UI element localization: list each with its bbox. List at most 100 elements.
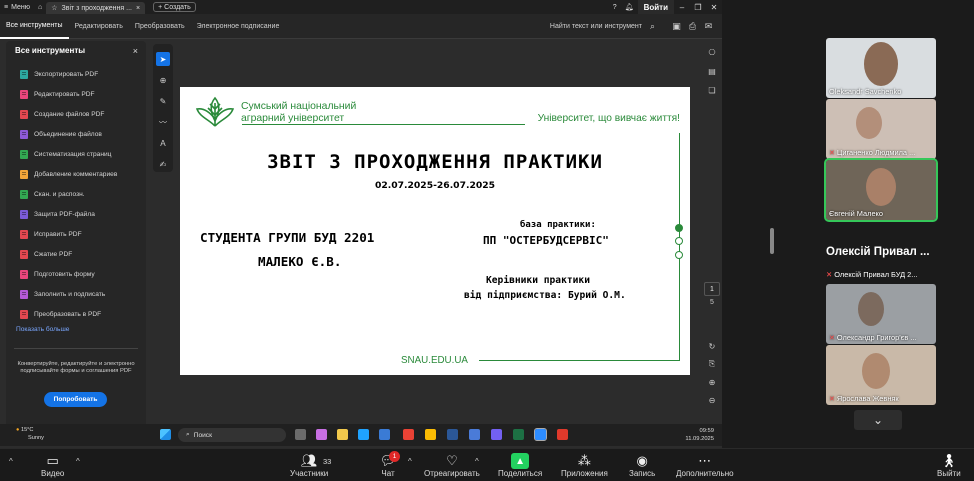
pages-icon[interactable]: ❏	[706, 84, 718, 96]
menu-all-tools[interactable]: Все инструменты	[0, 14, 69, 39]
acrobat-icon[interactable]	[557, 429, 568, 440]
apps-button[interactable]: ⁂ Приложения	[561, 453, 608, 478]
select-tool-icon[interactable]: ➤	[156, 52, 170, 66]
refresh-icon[interactable]: ↻	[706, 340, 718, 352]
home-button[interactable]: ⌂	[34, 0, 46, 14]
tool-item[interactable]: Сжатие PDF	[20, 250, 72, 259]
share-button[interactable]: ▲ Поделиться	[498, 453, 542, 478]
tools-panel-title: Все инструменты	[15, 46, 86, 55]
file-explorer-icon[interactable]	[337, 429, 348, 440]
close-tab-icon[interactable]: ×	[136, 5, 140, 12]
tool-item[interactable]: Систематизация страниц	[20, 150, 111, 159]
task-view-icon[interactable]	[295, 429, 306, 440]
student-group: СТУДЕНТА ГРУПИ БУД 2201	[200, 230, 375, 245]
tool-item[interactable]: Объединение файлов	[20, 130, 102, 139]
tool-item[interactable]: Защита PDF-файла	[20, 210, 95, 219]
tool-item[interactable]: Создание файлов PDF	[20, 110, 104, 119]
show-more-link[interactable]: Показать больше	[16, 326, 69, 333]
participant-tile-active-speaker[interactable]: Євгеній Малеко	[824, 158, 938, 222]
zoom-in-icon[interactable]: ⊕	[706, 376, 718, 388]
sign-tool-icon[interactable]: ✍	[156, 157, 170, 171]
search-icon[interactable]: ⌕	[647, 21, 658, 32]
try-button[interactable]: Попробовать	[44, 392, 107, 407]
tool-item[interactable]: Заполнить и подписать	[20, 290, 105, 299]
decor-dot	[675, 237, 683, 245]
tool-item[interactable]: Скан. и распозн.	[20, 190, 85, 199]
chevron-down-icon: ⌄	[872, 413, 884, 427]
share-icon[interactable]: ⎔	[706, 46, 718, 58]
tool-item[interactable]: Редактировать PDF	[20, 90, 95, 99]
chrome-icon[interactable]	[403, 429, 414, 440]
save-icon[interactable]: ▣	[671, 21, 682, 32]
zoom-out-icon[interactable]: ⊖	[706, 394, 718, 406]
react-options-caret[interactable]: ^	[475, 457, 479, 466]
acrobat-titlebar: ≡ Меню ⌂ ☆ Звіт з проходження ... × + Со…	[0, 0, 722, 14]
react-button[interactable]: ♡ Отреагировать	[424, 453, 480, 478]
chat-options-caret[interactable]: ^	[408, 457, 412, 466]
taskbar-search[interactable]: ⌕ Поиск	[178, 428, 286, 442]
tool-item[interactable]: Добавление комментариев	[20, 170, 117, 179]
tool-label: Исправить PDF	[34, 231, 82, 238]
pdf-page[interactable]: Сумський національний аграрний університ…	[180, 87, 690, 375]
edge-icon[interactable]	[358, 429, 369, 440]
current-page-field[interactable]: 1	[704, 282, 720, 296]
weather-desc: Sunny	[28, 435, 44, 441]
video-button[interactable]: ▭ Видео	[41, 453, 64, 478]
text-tool-icon[interactable]: Ａ	[156, 136, 170, 150]
record-button[interactable]: ◉ Запись	[629, 453, 655, 478]
gallery-next-page-button[interactable]: ⌄	[854, 410, 902, 430]
tool-item[interactable]: Исправить PDF	[20, 230, 82, 239]
video-options-caret[interactable]: ^	[76, 457, 80, 466]
windows-start-icon[interactable]	[160, 429, 171, 440]
tool-icon	[20, 210, 28, 219]
react-label: Отреагировать	[424, 469, 480, 478]
participant-tile[interactable]: ✕ Ярослава Жевняк	[826, 345, 936, 405]
participant-tile[interactable]: ✕ Олександр Григор'єв ...	[826, 284, 936, 344]
weather-widget[interactable]: ● 15°C Sunny	[16, 426, 44, 442]
print-icon[interactable]: ⎙	[687, 21, 698, 32]
taskbar-clock[interactable]: 09:59 11.09.2025	[685, 427, 714, 443]
store-icon[interactable]	[379, 429, 390, 440]
word-icon[interactable]	[447, 429, 458, 440]
zoom-tool-icon[interactable]: ⊕	[156, 73, 170, 87]
tool-item[interactable]: Преобразовать в PDF	[20, 310, 101, 319]
participant-tile[interactable]: ✕ Циганенко Людмила ...	[826, 99, 936, 159]
notifications-button[interactable]: 🔔︎	[621, 0, 638, 14]
draw-tool-icon[interactable]: 〰	[156, 115, 170, 129]
participant-video	[856, 107, 882, 139]
participant-tile[interactable]: Oleksandr Savchenko	[826, 38, 936, 98]
divider	[14, 348, 138, 349]
excel-icon[interactable]	[513, 429, 524, 440]
app-icon[interactable]	[469, 429, 480, 440]
chrome-profile-icon[interactable]	[425, 429, 436, 440]
tool-item[interactable]: Экспортировать PDF	[20, 70, 98, 79]
comment-icon[interactable]: ▤	[706, 65, 718, 77]
chat-button[interactable]: 💬︎ 1 Чат	[379, 451, 400, 478]
close-window-button[interactable]: ✕	[706, 3, 722, 12]
document-tab[interactable]: ☆ Звіт з проходження ... ×	[46, 2, 146, 14]
create-button[interactable]: + Создать	[153, 2, 196, 12]
zoom-meeting-window: ≡ Меню ⌂ ☆ Звіт з проходження ... × + Со…	[0, 0, 974, 481]
email-icon[interactable]: ✉	[703, 21, 714, 32]
copilot-icon[interactable]	[316, 429, 327, 440]
pen-tool-icon[interactable]: ✎	[156, 94, 170, 108]
zoom-app-icon[interactable]	[534, 428, 547, 441]
find-text-label[interactable]: Найти текст или инструмент	[550, 23, 642, 30]
help-button[interactable]: ?	[609, 0, 621, 14]
more-button[interactable]: ⋯ Дополнительно	[676, 453, 734, 478]
apps-icon: ⁂	[577, 453, 591, 468]
maximize-button[interactable]: ❐	[690, 3, 706, 12]
menu-convert[interactable]: Преобразовать	[129, 14, 191, 39]
sign-in-button[interactable]: Войти	[637, 0, 674, 14]
viber-icon[interactable]	[491, 429, 502, 440]
menu-edit[interactable]: Редактировать	[69, 14, 129, 39]
leave-button[interactable]: 🚶︎ Выйти	[937, 453, 961, 478]
menu-button[interactable]: ≡ Меню	[0, 0, 34, 14]
gallery-scrollbar[interactable]	[770, 228, 774, 254]
audio-options-caret[interactable]: ^	[9, 457, 13, 466]
close-icon[interactable]: ×	[133, 46, 138, 56]
minimize-button[interactable]: –	[674, 3, 690, 12]
tool-item[interactable]: Подготовить форму	[20, 270, 95, 279]
save-page-icon[interactable]: ⎘	[706, 358, 718, 370]
menu-e-sign[interactable]: Электронное подписание	[191, 14, 286, 39]
